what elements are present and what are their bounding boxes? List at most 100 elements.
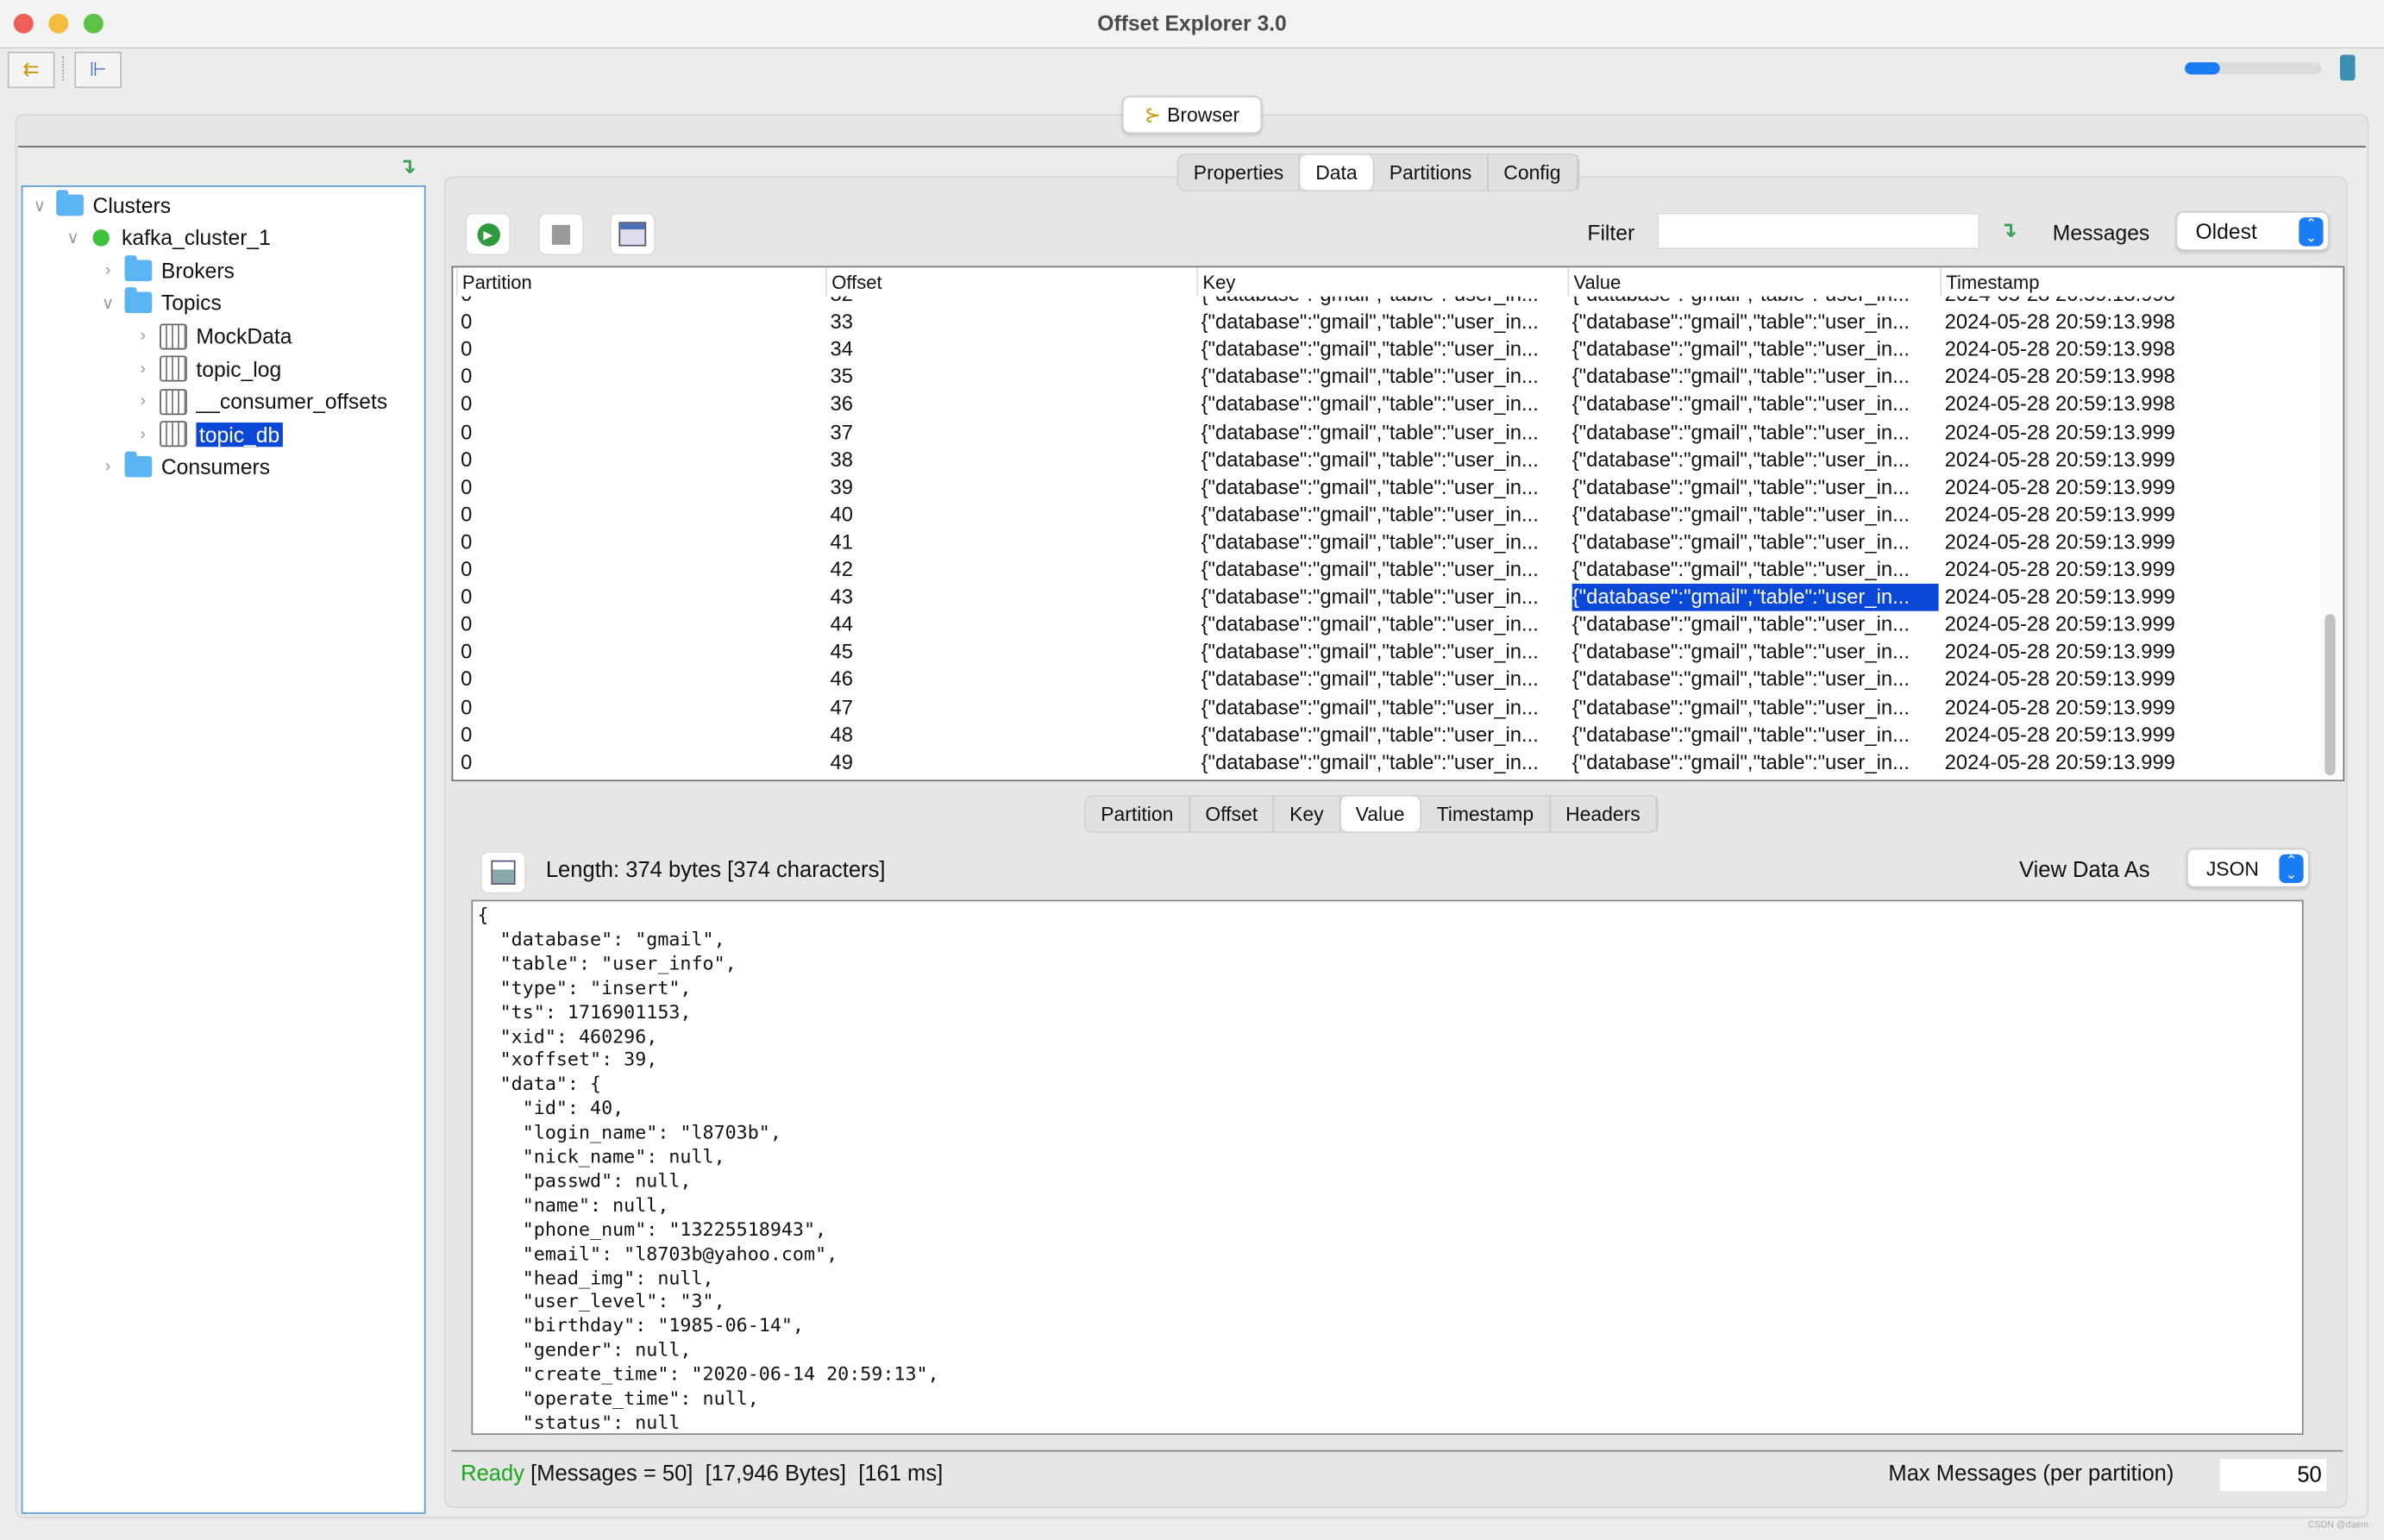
detail-tab-value[interactable]: Value [1340, 796, 1421, 832]
table-row[interactable]: 0 44 {"database":"gmail","table":"user_in.… [453, 611, 2320, 639]
messages-select[interactable]: Oldest ⌃ ⌄ [2175, 211, 2330, 251]
table-row[interactable]: 0 49 {"database":"gmail","table":"user_in.… [453, 749, 2320, 777]
max-messages-label: Max Messages (per partition) [1888, 1462, 2174, 1487]
table-cell: 2024-05-28 20:59:13.999 [1944, 612, 2175, 636]
table-cell: 2024-05-28 20:59:13.998 [1944, 310, 2175, 334]
table-row[interactable]: 0 36 {"database":"gmail","table":"user_in.… [453, 391, 2320, 419]
table-row[interactable]: 0 47 {"database":"gmail","table":"user_in.… [453, 694, 2320, 722]
chevron-right-icon[interactable]: › [132, 327, 154, 345]
table-row[interactable]: 0 35 {"database":"gmail","table":"user_in.… [453, 364, 2320, 391]
table-row[interactable]: 0 39 {"database":"gmail","table":"user_in.… [453, 473, 2320, 501]
detail-tab-offset[interactable]: Offset [1190, 796, 1275, 832]
tree-node-topics[interactable]: ∨ Topics [97, 287, 222, 317]
table-row[interactable]: 0 33 {"database":"gmail","table":"user_in.… [453, 309, 2320, 336]
table-cell: 48 [830, 723, 853, 746]
table-cell: 0 [461, 640, 473, 664]
select-stepper-icon: ⌃ ⌄ [2279, 853, 2304, 883]
add-cluster-icon: ⇇ [22, 57, 40, 81]
tree-node-consumers[interactable]: › Consumers [97, 451, 270, 482]
apply-filter-icon[interactable]: ↴ [1999, 217, 2017, 243]
table-row[interactable]: 0 34 {"database":"gmail","table":"user_in.… [453, 336, 2320, 364]
json-line: "name": null, [477, 1194, 669, 1216]
start-button[interactable]: ▶ [465, 212, 511, 256]
topic-icon [160, 388, 187, 415]
chevron-right-icon[interactable]: › [132, 425, 154, 443]
table-row[interactable]: 0 40 {"database":"gmail","table":"user_in.… [453, 501, 2320, 529]
table-cell: 0 [461, 337, 473, 361]
scrollbar-thumb[interactable] [2324, 614, 2336, 776]
detail-tab-headers[interactable]: Headers [1550, 796, 1658, 832]
chevron-down-icon[interactable]: ∨ [97, 292, 119, 312]
table-cell: 2024-05-28 20:59:13.999 [1944, 503, 2175, 526]
view-as-value: JSON [2205, 856, 2259, 880]
table-cell: 2024-05-28 20:59:13.999 [1944, 530, 2175, 554]
filter-input[interactable] [1657, 212, 1980, 250]
table-cell: 37 [830, 420, 853, 443]
table-cell: {"database":"gmail","table":"user_in... [1201, 557, 1539, 581]
edit-tree-button[interactable]: ⊩ [74, 51, 122, 89]
table-cell: 45 [830, 640, 853, 664]
tree-node-topic[interactable]: › MockData [132, 321, 292, 351]
detail-tab-partition[interactable]: Partition [1086, 796, 1190, 832]
tab-partitions[interactable]: Partitions [1374, 154, 1489, 191]
tree-node-topic[interactable]: › topic_log [132, 354, 281, 384]
tree-node-cluster[interactable]: ∨ kafka_cluster_1 [62, 222, 271, 252]
folder-icon [124, 451, 153, 478]
table-row[interactable]: 0 45 {"database":"gmail","table":"user_in.… [453, 639, 2320, 667]
tree-label: Topics [160, 290, 222, 315]
column-header-key[interactable]: Key [1196, 267, 1571, 297]
chevron-right-icon[interactable]: › [132, 360, 154, 378]
json-line: "type": "insert", [477, 976, 692, 998]
tab-config[interactable]: Config [1489, 154, 1578, 191]
refresh-tree-icon[interactable]: ↴ [398, 153, 417, 179]
tree-node-topic[interactable]: › __consumer_offsets [132, 386, 387, 416]
tree-node-topic[interactable]: › topic_db [132, 419, 283, 449]
table-cell: 0 [461, 448, 473, 471]
table-cell: 2024-05-28 20:59:13.999 [1944, 420, 2175, 443]
table-row[interactable]: 0 43 {"database":"gmail","table":"user_in.… [453, 584, 2320, 611]
view-as-select[interactable]: JSON ⌃ ⌄ [2186, 848, 2310, 888]
json-line: { [477, 904, 489, 926]
table-row[interactable]: 0 46 {"database":"gmail","table":"user_in.… [453, 667, 2320, 694]
chevron-right-icon[interactable]: › [132, 392, 154, 410]
topic-icon [160, 421, 187, 448]
column-header-partition[interactable]: Partition [455, 267, 827, 297]
table-cell: 2024-05-28 20:59:13.999 [1944, 557, 2175, 581]
chevron-right-icon[interactable]: › [97, 458, 119, 476]
tree-node-brokers[interactable]: › Brokers [97, 255, 235, 285]
table-row[interactable]: 0 37 {"database":"gmail","table":"user_in.… [453, 419, 2320, 447]
chevron-right-icon[interactable]: › [97, 261, 119, 279]
browser-tab[interactable]: ⊱ Browser [1121, 96, 1263, 135]
table-row[interactable]: 0 41 {"database":"gmail","table":"user_in.… [453, 529, 2320, 556]
tab-properties[interactable]: Properties [1178, 154, 1301, 191]
column-header-offset[interactable]: Offset [825, 267, 1197, 297]
tree-node-clusters[interactable]: ∨ Clusters [28, 190, 171, 220]
max-messages-input[interactable] [2219, 1459, 2327, 1492]
value-text-area[interactable]: { "database": "gmail", "table": "user_in… [471, 899, 2304, 1436]
table-cell: {"database":"gmail","table":"user_in... [1572, 448, 1910, 471]
table-cell[interactable]: {"database":"gmail","table":"user_in... [1572, 584, 1939, 611]
table-row[interactable]: 0 42 {"database":"gmail","table":"user_in.… [453, 556, 2320, 584]
view-button[interactable] [609, 212, 656, 256]
table-cell: 0 [461, 310, 473, 334]
stop-button[interactable] [538, 212, 584, 256]
json-line: "birthday": "1985-06-14", [477, 1315, 804, 1337]
save-button[interactable] [480, 851, 526, 894]
column-header-value[interactable]: Value [1567, 267, 1943, 297]
table-scrollbar[interactable] [2320, 267, 2342, 780]
detail-tab-key[interactable]: Key [1275, 796, 1341, 832]
messages-table: PartitionOffsetKeyValueTimestamp 032{"da… [451, 266, 2345, 782]
table-cell: {"database":"gmail","table":"user_in... [1201, 612, 1539, 636]
tab-data[interactable]: Data [1300, 154, 1375, 191]
detail-tab-timestamp[interactable]: Timestamp [1421, 796, 1551, 832]
tree-label: topic_db [196, 422, 283, 447]
table-row[interactable]: 0 48 {"database":"gmail","table":"user_in.… [453, 722, 2320, 749]
chevron-down-icon[interactable]: ∨ [62, 228, 84, 247]
chevron-down-icon[interactable]: ∨ [28, 196, 50, 215]
trash-icon[interactable] [2339, 54, 2356, 81]
column-header-timestamp[interactable]: Timestamp [1940, 267, 2312, 297]
status-bar: Ready [Messages = 50] [17,946 Bytes] [16… [461, 1462, 943, 1487]
add-cluster-button[interactable]: ⇇ [7, 51, 55, 89]
text-scrollbar[interactable] [2302, 901, 2304, 1433]
table-row[interactable]: 0 38 {"database":"gmail","table":"user_in.… [453, 447, 2320, 474]
